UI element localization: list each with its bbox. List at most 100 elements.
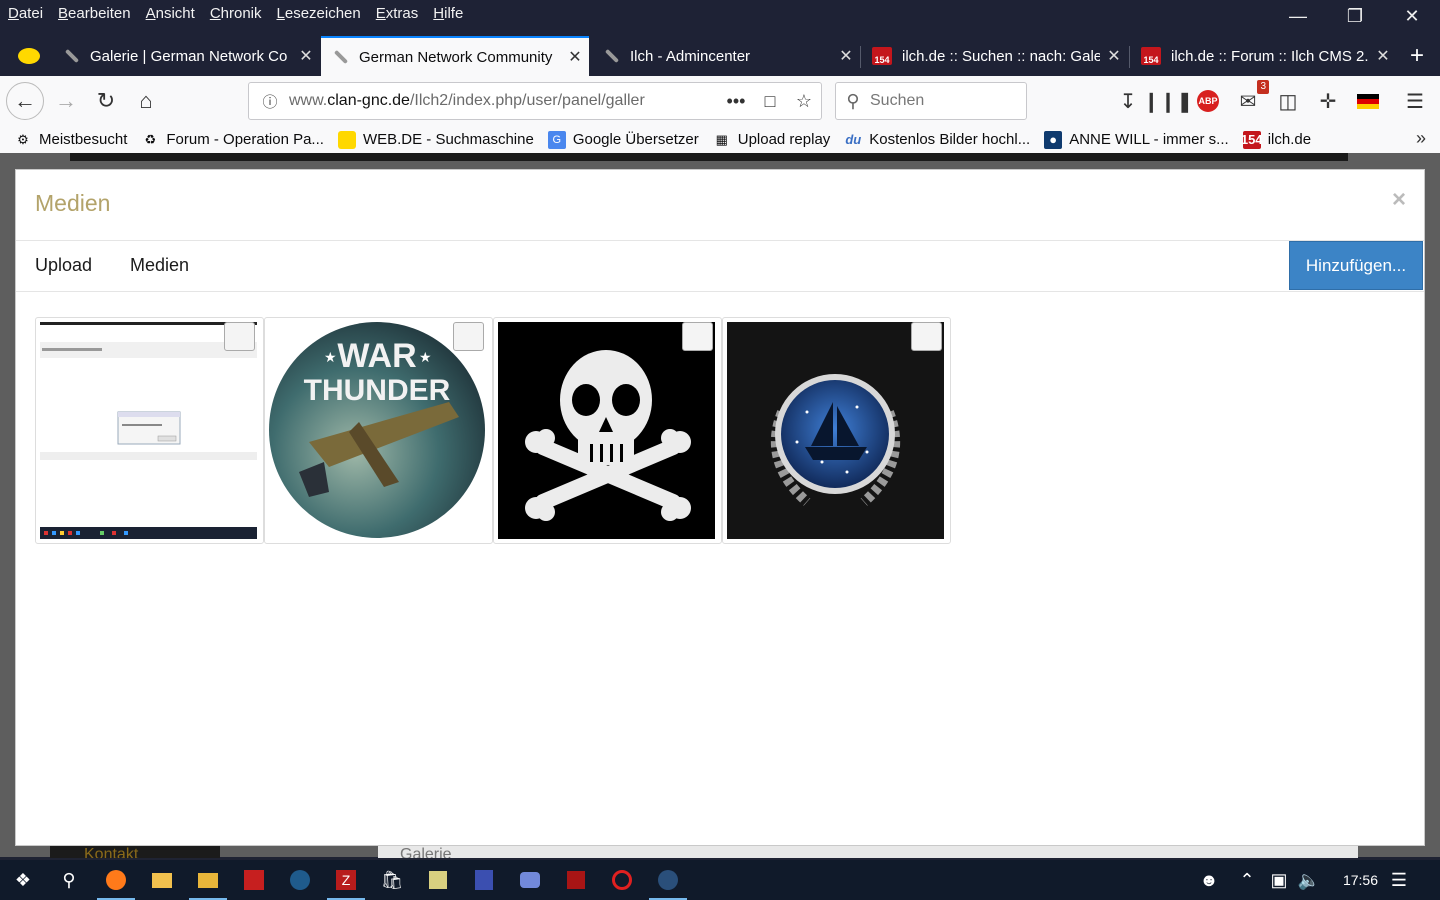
menu-lesezeichen[interactable]: Lesezeichen [277, 5, 361, 22]
menu-ansicht[interactable]: Ansicht [146, 5, 195, 22]
store-icon[interactable]: 🛍 [369, 860, 415, 900]
menu-bearbeiten[interactable]: Bearbeiten [58, 5, 131, 22]
select-checkbox[interactable] [453, 322, 484, 351]
ilch-icon: 154 [1240, 130, 1263, 149]
german-flag-icon[interactable] [1357, 94, 1379, 109]
menu-datei[interactable]: Datei [8, 5, 43, 22]
bookmarks-bar: ⚙ Meistbesucht ♻ Forum - Operation Pa... W… [0, 126, 1440, 153]
hamburger-menu-icon[interactable]: ☰ [1400, 86, 1430, 116]
feather-icon [602, 47, 620, 65]
bookmark-ilch[interactable]: 154 ilch.de [1240, 130, 1311, 149]
filezilla-icon[interactable]: Z [323, 860, 369, 900]
media-item[interactable]: WAR THUNDER ★ ★ [264, 317, 493, 544]
close-icon[interactable]: ✕ [561, 47, 589, 67]
ilch-icon: 154 [1141, 47, 1161, 65]
bookmark-google-uebersetzer[interactable]: G Google Übersetzer [547, 130, 699, 149]
search-icon[interactable]: ⚲ [46, 860, 92, 900]
adblock-plus-icon[interactable]: ABP [1197, 90, 1219, 112]
bookmark-meistbesucht[interactable]: ⚙ Meistbesucht [14, 131, 127, 149]
close-icon[interactable]: ✕ [292, 46, 320, 66]
taskbar: ❖ ⚲ Z 🛍 ☻ ⌃ ▣ 🔈 17:56 ☰ [0, 860, 1440, 900]
steam-icon[interactable] [645, 860, 691, 900]
tab-admincenter[interactable]: Ilch - Admincenter ✕ [592, 36, 860, 76]
tab-separator [1129, 46, 1130, 68]
teamspeak-icon[interactable] [277, 860, 323, 900]
sidebar-icon[interactable]: ◫ [1273, 86, 1303, 116]
folder-icon[interactable] [185, 860, 231, 900]
notepad-icon[interactable] [415, 860, 461, 900]
translate-icon: G [547, 130, 566, 149]
media-modal: Medien × Upload Medien Hinzufügen... WAR… [15, 169, 1425, 846]
media-item[interactable] [35, 317, 264, 544]
thunder-text: THUNDER [304, 374, 451, 407]
media-item[interactable] [493, 317, 722, 544]
modal-title: Medien [35, 190, 111, 216]
back-button[interactable]: ← [6, 82, 44, 120]
bookmark-upload-replay[interactable]: ▦ Upload replay [713, 131, 831, 149]
more-bookmarks-icon[interactable]: » [1416, 128, 1426, 149]
tab-medien[interactable]: Medien [130, 255, 189, 276]
close-icon[interactable]: × [1392, 186, 1406, 214]
windows-start-icon[interactable]: ❖ [0, 860, 46, 900]
discord-icon[interactable] [507, 860, 553, 900]
webde-icon [337, 130, 356, 149]
pinned-tab-webde[interactable] [8, 36, 44, 76]
game-icon[interactable] [553, 860, 599, 900]
close-icon[interactable]: ✕ [1100, 46, 1128, 66]
du-icon: du [845, 132, 862, 147]
forward-button[interactable]: → [48, 83, 84, 119]
reload-button[interactable]: ↻ [88, 83, 124, 119]
bookmark-star-icon[interactable]: ☆ [787, 91, 821, 112]
url-text[interactable]: www.clan-gnc.de/Ilch2/index.php/user/pan… [289, 92, 719, 110]
search-icon: ⚲ [846, 90, 860, 111]
star-icon: ★ [324, 349, 337, 365]
tab-upload[interactable]: Upload [35, 255, 92, 276]
library-icon[interactable]: ❙❙❚ [1143, 86, 1193, 116]
minimize-button[interactable]: — [1270, 0, 1326, 32]
search-input[interactable] [870, 92, 1010, 110]
circle-icon: ● [1044, 130, 1063, 149]
tab-galerie[interactable]: Galerie | German Network Co ✕ [52, 36, 320, 76]
extension-icon[interactable]: ✛ [1313, 86, 1343, 116]
save-icon[interactable] [461, 860, 507, 900]
tab-german-network-community[interactable]: German Network Community ✕ [321, 36, 589, 76]
volume-icon[interactable]: 🔈 [1286, 860, 1332, 900]
app-circle-icon[interactable] [599, 860, 645, 900]
app-red-icon[interactable] [231, 860, 277, 900]
firefox-icon[interactable] [93, 860, 139, 900]
tab-ilch-forum[interactable]: 154 ilch.de :: Forum :: Ilch CMS 2.X ✕ [1131, 36, 1397, 76]
media-item[interactable] [722, 317, 951, 544]
menu-chronik[interactable]: Chronik [210, 5, 262, 22]
restore-button[interactable]: ❐ [1327, 0, 1383, 32]
home-button[interactable]: ⌂ [128, 83, 164, 119]
menu-extras[interactable]: Extras [376, 5, 419, 22]
screenshot-thumbnail [40, 322, 257, 539]
menu-hilfe[interactable]: Hilfe [433, 5, 463, 22]
tab-ilch-suchen[interactable]: 154 ilch.de :: Suchen :: nach: Galer ✕ [862, 36, 1128, 76]
select-checkbox[interactable] [224, 322, 255, 351]
bookmark-forum-operation[interactable]: ♻ Forum - Operation Pa... [141, 131, 324, 149]
mail-icon[interactable]: ✉ 3 [1233, 80, 1269, 116]
add-button[interactable]: Hinzufügen... [1289, 241, 1423, 290]
media-grid: WAR THUNDER ★ ★ [35, 317, 951, 544]
new-tab-button[interactable]: + [1404, 36, 1436, 76]
url-bar[interactable]: ⓘ www.clan-gnc.de/Ilch2/index.php/user/p… [248, 82, 822, 120]
download-icon[interactable]: ↧ [1113, 86, 1143, 116]
pocket-icon[interactable]: □ [753, 91, 787, 112]
select-checkbox[interactable] [682, 322, 713, 351]
close-icon[interactable]: ✕ [832, 46, 860, 66]
notification-icon[interactable]: ☰ [1376, 860, 1422, 900]
select-checkbox[interactable] [911, 322, 942, 351]
close-window-button[interactable]: ✕ [1384, 0, 1440, 32]
bookmark-anne-will[interactable]: ● ANNE WILL - immer s... [1044, 130, 1229, 149]
taskbar-clock[interactable]: 17:56 [1343, 872, 1378, 888]
page-header-strip [70, 153, 1348, 161]
tab-label: Galerie | German Network Co [90, 47, 288, 65]
explorer-icon[interactable] [139, 860, 185, 900]
bookmark-kostenlos-bilder[interactable]: du Kostenlos Bilder hochl... [844, 131, 1030, 149]
search-bar[interactable]: ⚲ [835, 82, 1027, 120]
bookmark-webde[interactable]: WEB.DE - Suchmaschine [337, 130, 534, 149]
info-icon[interactable]: ⓘ [255, 91, 285, 112]
close-icon[interactable]: ✕ [1369, 46, 1397, 66]
page-actions-icon[interactable]: ••• [719, 91, 753, 112]
